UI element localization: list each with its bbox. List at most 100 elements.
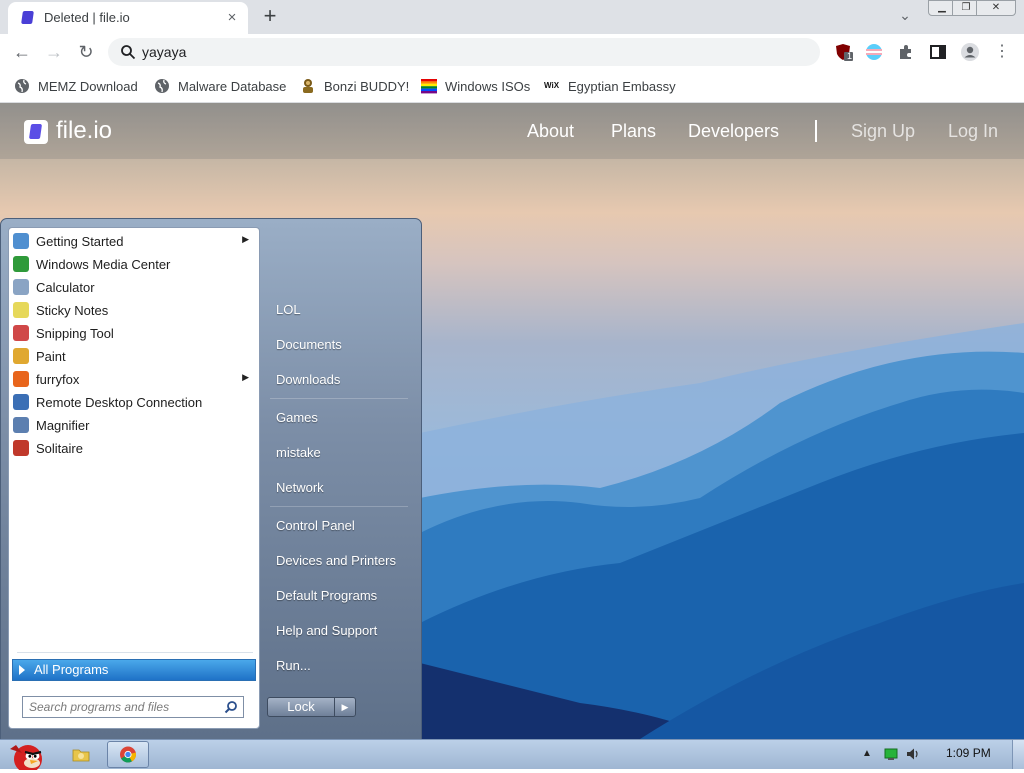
browser-tab[interactable]: Deleted | file.io × bbox=[8, 2, 248, 34]
address-bar[interactable]: yayaya bbox=[108, 38, 820, 66]
browser-menu-button[interactable]: ⋮ bbox=[988, 38, 1016, 66]
all-programs-button[interactable]: All Programs bbox=[12, 659, 256, 681]
bookmark-label: Malware Database bbox=[178, 78, 287, 94]
forward-button[interactable]: → bbox=[40, 38, 68, 66]
nav-developers[interactable]: Developers bbox=[688, 121, 779, 142]
bookmark-label: MEMZ Download bbox=[38, 78, 138, 94]
program-label: Sticky Notes bbox=[36, 302, 109, 318]
start-place-item[interactable]: LOL bbox=[276, 302, 301, 317]
nav-plans[interactable]: Plans bbox=[611, 121, 656, 142]
program-label: Calculator bbox=[36, 279, 95, 295]
submenu-arrow-icon: ▶ bbox=[242, 372, 249, 382]
globe-icon bbox=[155, 79, 169, 93]
program-icon bbox=[13, 348, 29, 364]
program-icon bbox=[13, 256, 29, 272]
trans-flag-icon bbox=[866, 44, 882, 60]
reload-button[interactable]: ↻ bbox=[72, 38, 100, 66]
start-place-item[interactable]: Games bbox=[276, 410, 318, 425]
show-hidden-icons-button[interactable]: ▲ bbox=[860, 747, 874, 761]
program-label: Magnifier bbox=[36, 417, 90, 433]
bookmark-memz-download[interactable]: MEMZ Download bbox=[14, 77, 138, 95]
start-place-item[interactable]: Control Panel bbox=[276, 518, 355, 533]
taskbar-explorer-button[interactable] bbox=[66, 741, 96, 768]
start-program-item[interactable]: Paint bbox=[13, 345, 257, 367]
start-place-item[interactable]: Documents bbox=[276, 337, 342, 352]
start-program-item[interactable]: Windows Media Center bbox=[13, 253, 257, 275]
triangle-right-icon bbox=[19, 665, 25, 675]
taskbar-chrome-button[interactable] bbox=[107, 741, 149, 768]
taskbar-clock[interactable]: 1:09 PM bbox=[946, 746, 991, 760]
start-search-input[interactable] bbox=[29, 699, 213, 715]
extensions-button[interactable] bbox=[896, 42, 916, 62]
show-desktop-button[interactable] bbox=[1012, 740, 1024, 769]
tab-close-icon[interactable]: × bbox=[222, 8, 242, 28]
start-place-item[interactable]: Devices and Printers bbox=[276, 553, 396, 568]
start-program-item[interactable]: Magnifier bbox=[13, 414, 257, 436]
start-search-box[interactable] bbox=[22, 696, 244, 718]
start-program-item[interactable]: furryfox ▶ bbox=[13, 368, 257, 390]
network-icon[interactable] bbox=[884, 747, 898, 761]
program-label: Snipping Tool bbox=[36, 325, 114, 341]
start-button[interactable] bbox=[2, 741, 50, 773]
start-program-item[interactable]: Remote Desktop Connection bbox=[13, 391, 257, 413]
bookmark-label: Egyptian Embassy bbox=[568, 78, 676, 94]
program-label: Solitaire bbox=[36, 440, 83, 456]
search-icon bbox=[121, 45, 136, 60]
program-label: Remote Desktop Connection bbox=[36, 394, 203, 410]
start-program-item[interactable]: Solitaire bbox=[13, 437, 257, 459]
start-program-item[interactable]: Sticky Notes bbox=[13, 299, 257, 321]
all-programs-label: All Programs bbox=[34, 662, 109, 677]
bookmark-windows-isos[interactable]: Windows ISOs bbox=[421, 77, 530, 95]
nav-sign-up[interactable]: Sign Up bbox=[851, 121, 915, 142]
start-place-item[interactable]: Help and Support bbox=[276, 623, 377, 638]
start-program-item[interactable]: Getting Started ▶ bbox=[13, 230, 257, 252]
avatar-icon bbox=[961, 43, 979, 61]
start-place-item[interactable]: Default Programs bbox=[276, 588, 377, 603]
program-icon bbox=[13, 279, 29, 295]
program-label: furryfox bbox=[36, 371, 80, 387]
ublock-extension-icon[interactable]: 1 bbox=[834, 42, 854, 62]
volume-icon[interactable] bbox=[906, 747, 920, 761]
program-icon bbox=[13, 394, 29, 410]
program-icon bbox=[13, 325, 29, 341]
fileio-logo-icon[interactable] bbox=[24, 120, 48, 144]
profile-button[interactable] bbox=[960, 42, 980, 62]
program-label: Windows Media Center bbox=[36, 256, 171, 272]
browser-toolbar: ← → ↻ yayaya 1 ⋮ bbox=[0, 34, 1024, 70]
close-window-button[interactable]: ✕ bbox=[976, 0, 1016, 16]
bookmark-egyptian-embassy[interactable]: WiX Egyptian Embassy bbox=[544, 77, 676, 95]
search-icon[interactable] bbox=[224, 700, 238, 714]
puzzle-icon bbox=[900, 45, 911, 59]
site-logo[interactable]: file.io bbox=[56, 117, 112, 145]
bookmark-bonzi-buddy[interactable]: Bonzi BUDDY! bbox=[300, 77, 409, 95]
program-icon bbox=[13, 371, 29, 387]
side-panel-button[interactable] bbox=[928, 42, 948, 62]
new-tab-button[interactable]: + bbox=[257, 4, 283, 30]
lock-button[interactable]: Lock bbox=[267, 697, 335, 717]
bookmarks-bar: MEMZ Download Malware Database Bonzi BUD… bbox=[0, 70, 1024, 103]
start-place-item[interactable]: mistake bbox=[276, 445, 321, 460]
start-place-item[interactable]: Run... bbox=[276, 658, 311, 673]
wix-icon: WiX bbox=[544, 81, 560, 90]
nav-divider bbox=[815, 120, 817, 142]
nav-log-in[interactable]: Log In bbox=[948, 121, 998, 142]
program-label: Getting Started bbox=[36, 233, 124, 249]
back-button[interactable]: ← bbox=[8, 38, 36, 66]
bookmark-malware-database[interactable]: Malware Database bbox=[154, 77, 286, 95]
tab-title: Deleted | file.io bbox=[44, 10, 130, 25]
divider bbox=[270, 398, 408, 399]
tab-search-icon[interactable]: ⌄ bbox=[895, 7, 915, 27]
nav-about[interactable]: About bbox=[527, 121, 574, 142]
start-menu: Getting Started ▶ Windows Media Center Calc… bbox=[0, 218, 422, 740]
fileio-favicon-icon bbox=[21, 11, 34, 24]
chrome-icon bbox=[120, 746, 137, 763]
globe-icon bbox=[15, 79, 29, 93]
flag-extension-icon[interactable] bbox=[864, 42, 884, 62]
start-program-item[interactable]: Snipping Tool bbox=[13, 322, 257, 344]
start-place-item[interactable]: Network bbox=[276, 480, 324, 495]
shutdown-options-button[interactable]: ▶ bbox=[334, 697, 356, 717]
start-program-item[interactable]: Calculator bbox=[13, 276, 257, 298]
address-text: yayaya bbox=[142, 44, 187, 60]
start-place-item[interactable]: Downloads bbox=[276, 372, 340, 387]
bookmark-label: Windows ISOs bbox=[445, 78, 531, 94]
